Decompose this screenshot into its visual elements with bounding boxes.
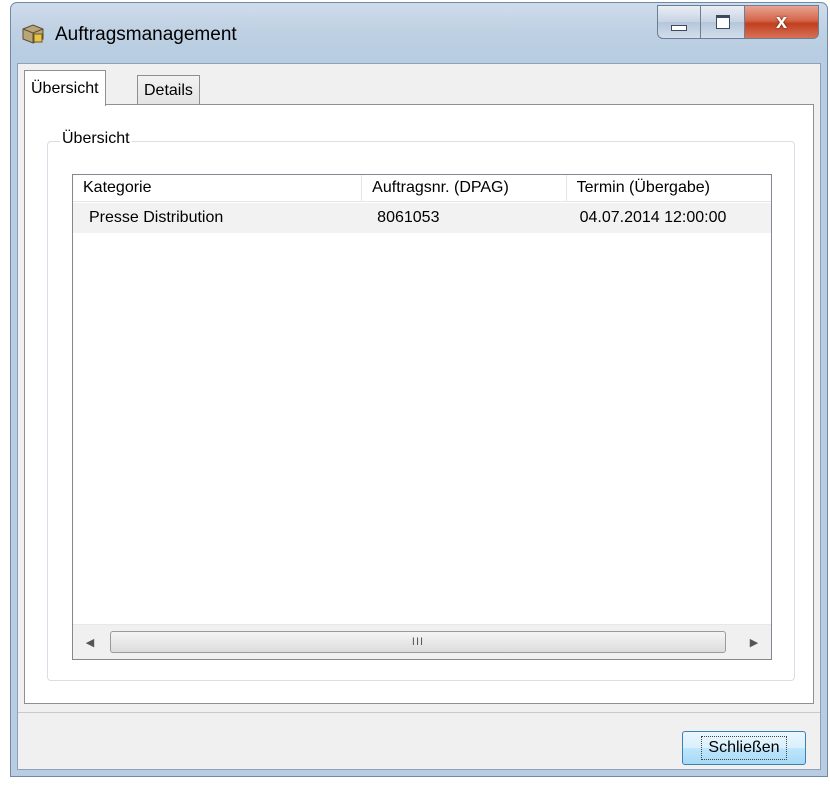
horizontal-scrollbar[interactable]: ◀ III ▶ — [73, 624, 771, 659]
orders-list[interactable]: Kategorie Auftragsnr. (DPAG) Termin (Übe… — [72, 174, 772, 660]
scroll-right-button[interactable]: ▶ — [737, 625, 771, 659]
column-header-auftragsnr[interactable]: Auftragsnr. (DPAG) — [362, 175, 567, 201]
maximize-icon — [715, 15, 730, 29]
close-icon: x — [775, 10, 788, 33]
cell-kategorie: Presse Distribution — [89, 209, 224, 226]
column-header-termin[interactable]: Termin (Übergabe) — [567, 175, 771, 201]
close-window-button[interactable]: x — [745, 5, 819, 39]
tab-uebersicht[interactable]: Übersicht — [24, 70, 106, 106]
app-icon — [22, 24, 44, 44]
title-bar[interactable]: Auftragsmanagement x — [11, 3, 827, 63]
minimize-button[interactable] — [657, 5, 701, 39]
scrollbar-grip: III — [411, 636, 425, 648]
tab-details[interactable]: Details — [137, 75, 200, 105]
scroll-left-button[interactable]: ◀ — [73, 625, 107, 659]
window-client-area: Übersicht Details Übersicht Kategorie Au… — [17, 63, 821, 770]
schliessen-label: Schließen — [701, 736, 787, 760]
application-window: Auftragsmanagement x Übersicht Details Ü… — [10, 2, 828, 777]
scrollbar-thumb[interactable]: III — [110, 631, 726, 653]
overview-group-label: Übersicht — [60, 130, 132, 148]
minimize-icon — [671, 25, 687, 31]
list-header: Kategorie Auftragsnr. (DPAG) Termin (Übe… — [73, 175, 771, 202]
column-header-kategorie[interactable]: Kategorie — [73, 175, 363, 201]
list-item[interactable]: Presse Distribution 8061053 04.07.2014 1… — [73, 203, 771, 233]
maximize-button[interactable] — [701, 5, 745, 39]
footer-divider — [18, 712, 820, 713]
arrow-right-icon: ▶ — [749, 636, 759, 649]
window-title: Auftragsmanagement — [55, 24, 237, 45]
tab-panel-uebersicht: Übersicht Kategorie Auftragsnr. (DPAG) T… — [24, 104, 814, 704]
schliessen-button[interactable]: Schließen — [682, 731, 806, 765]
overview-groupbox: Übersicht Kategorie Auftragsnr. (DPAG) T… — [47, 130, 795, 681]
arrow-left-icon: ◀ — [85, 636, 95, 649]
cell-termin: 04.07.2014 12:00:00 — [579, 209, 727, 226]
cell-auftragsnr: 8061053 — [377, 209, 440, 226]
window-controls: x — [657, 5, 819, 43]
